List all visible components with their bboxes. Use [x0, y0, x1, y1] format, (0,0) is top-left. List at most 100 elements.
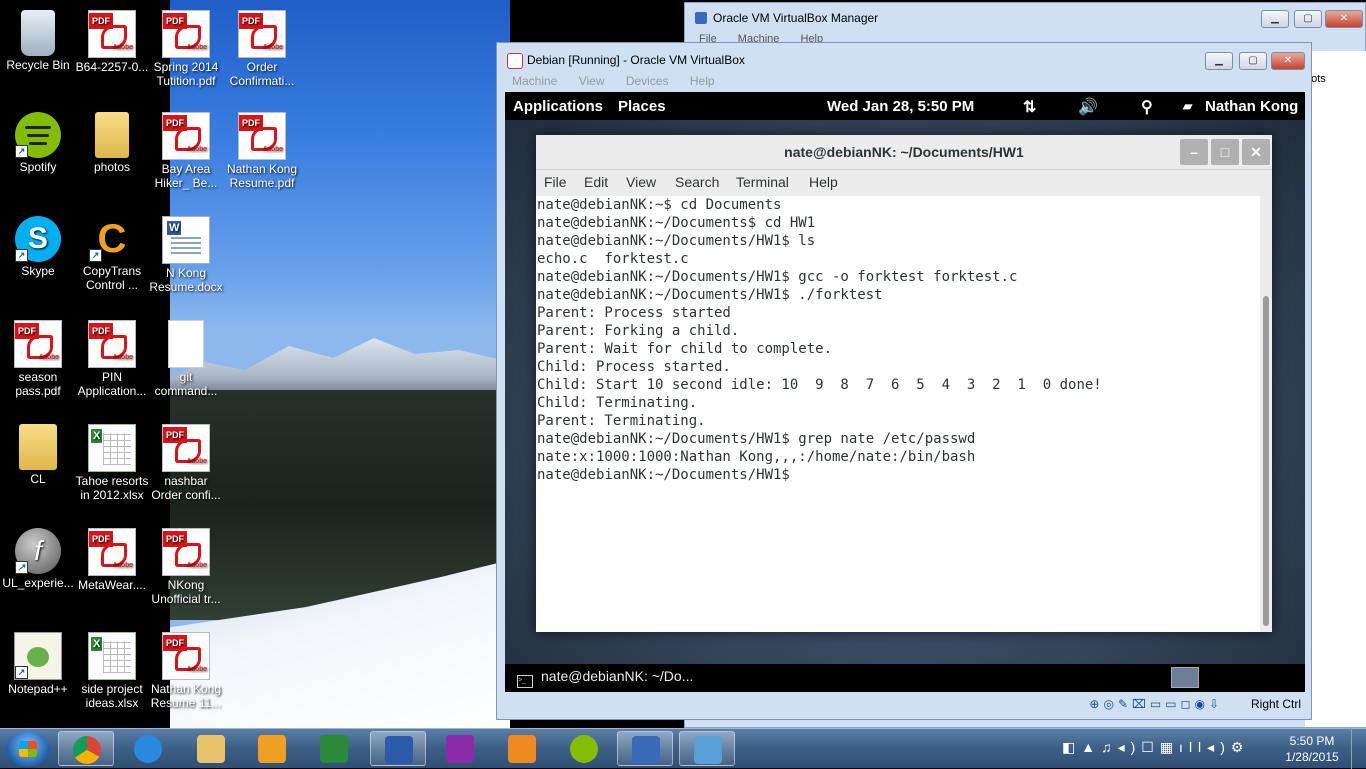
gnome-bottom-panel: >_ nate@debianNK: ~/Do... — [505, 664, 1305, 692]
windows-taskbar: ◧▲♫◂)☐▦ıll◂)⚙ 5:50 PM 1/28/2015 — [0, 728, 1366, 769]
close-button[interactable]: ✕ — [1242, 139, 1270, 165]
menu-view[interactable]: View — [626, 174, 656, 190]
excel-icon — [88, 632, 136, 680]
taskbar-settings-gear-button[interactable] — [494, 731, 550, 766]
desktop-icon-label: Spring 2014 Tutition.pdf — [153, 60, 219, 88]
maximize-button[interactable]: □ — [1211, 139, 1239, 165]
window-title: Oracle VM VirtualBox Manager — [713, 11, 879, 25]
terminal-window[interactable]: nate@debianNK: ~/Documents/HW1 – □ ✕ Fil… — [536, 135, 1272, 632]
window-list-item-terminal[interactable]: >_ nate@debianNK: ~/Do... — [517, 668, 693, 688]
desktop-icon-cl-folder[interactable]: CL — [0, 424, 76, 486]
desktop-icon-label: NKong Unofficial tr... — [151, 578, 221, 606]
menu-file[interactable]: File — [544, 174, 567, 190]
vm-window[interactable]: Debian [Running] - Oracle VM VirtualBox … — [496, 42, 1312, 720]
volume-icon[interactable]: 🔊 — [1078, 97, 1098, 117]
desktop-icon-photos-folder[interactable]: photos — [74, 112, 150, 174]
menu-devices[interactable]: Devices — [626, 74, 669, 88]
minimize-button[interactable]: ▁ — [1261, 10, 1289, 28]
show-desktop-button[interactable] — [1351, 729, 1366, 769]
workspace-switcher[interactable] — [1171, 667, 1199, 688]
taskbar-internet-explorer-button[interactable] — [120, 731, 176, 766]
desktop-icon-bay-area-hiker[interactable]: Bay Area Hiker_ Be... — [148, 112, 224, 190]
menu-terminal[interactable]: Terminal — [736, 174, 789, 190]
settings-gear-icon — [508, 735, 536, 763]
excel-icon — [88, 424, 136, 472]
desktop-icon-spotify[interactable]: ↗ Spotify — [0, 112, 76, 174]
taskbar-spotify-button[interactable] — [556, 731, 612, 766]
close-button[interactable]: ✕ — [1271, 52, 1305, 70]
terminal-scrollbar[interactable] — [1260, 196, 1272, 632]
desktop-icon-nkong-resume-docx[interactable]: N Kong Resume.docx — [148, 216, 224, 294]
taskbar-excel-button[interactable] — [306, 731, 362, 766]
maximize-button[interactable]: ▢ — [1294, 10, 1322, 28]
gnome-clock[interactable]: Wed Jan 28, 5:50 PM — [827, 98, 974, 115]
window-title: Debian [Running] - Oracle VM VirtualBox — [527, 53, 745, 67]
gnome-top-panel: Applications Places Wed Jan 28, 5:50 PM … — [505, 92, 1305, 120]
desktop-icon-side-project-ideas[interactable]: side project ideas.xlsx — [74, 632, 150, 710]
desktop-icon-git-command[interactable]: git command... — [148, 320, 224, 398]
taskbar-file-explorer-button[interactable] — [183, 731, 239, 766]
chrome-icon — [73, 736, 101, 764]
menu-search[interactable]: Search — [675, 174, 719, 190]
desktop-icon-metawear[interactable]: MetaWear.... — [74, 528, 150, 592]
pdf-icon — [162, 424, 210, 472]
desktop-icon-nathan-kong-resume-pdf[interactable]: Nathan Kong Resume.pdf — [224, 112, 300, 190]
photo-viewer-icon — [694, 736, 722, 764]
terminal-output[interactable]: nate@debianNK:~$ cd Documents nate@debia… — [536, 196, 1260, 632]
accessibility-icon[interactable]: ⚲ — [1141, 97, 1153, 117]
vm-device-indicator-icons[interactable]: ⊕◎✎⌧▭▭◻◉⇩ — [1089, 697, 1223, 711]
desktop-icon-label: Skype — [21, 264, 55, 278]
desktop-icon-nashbar-order[interactable]: nashbar Order confi... — [148, 424, 224, 502]
desktop-icon-copytrans[interactable]: C ↗ CopyTrans Control ... — [74, 216, 150, 292]
desktop-icon-spring-tuition[interactable]: Spring 2014 Tutition.pdf — [148, 10, 224, 88]
desktop-icon-skype[interactable]: S ↗ Skype — [0, 216, 76, 278]
vm-guest-screen[interactable]: Applications Places Wed Jan 28, 5:50 PM … — [505, 92, 1305, 692]
menu-help[interactable]: Help — [690, 74, 715, 88]
system-tray-icons[interactable]: ◧▲♫◂)☐▦ıll◂)⚙ — [1062, 739, 1249, 756]
applications-menu[interactable]: Applications — [513, 98, 603, 115]
taskbar-virtualbox-button[interactable] — [617, 731, 673, 766]
menu-edit[interactable]: Edit — [584, 174, 608, 190]
desktop-icon-label: PIN Application... — [77, 370, 147, 398]
desktop-icon-tahoe-resorts[interactable]: Tahoe resorts in 2012.xlsx — [74, 424, 150, 502]
desktop-icon-nkong-unofficial[interactable]: NKong Unofficial tr... — [148, 528, 224, 606]
desktop-icon-ul-experience[interactable]: f ↗ UL_experie... — [0, 528, 76, 590]
pdf-icon — [162, 528, 210, 576]
places-menu[interactable]: Places — [618, 98, 666, 115]
minimize-button[interactable]: ▁ — [1205, 52, 1233, 70]
maximize-button[interactable]: ▢ — [1239, 52, 1267, 70]
vm-menu-bar: Machine View Devices Help — [512, 74, 733, 88]
desktop-icon-nathan-kong-resume-11[interactable]: Nathan Kong Resume 11... — [148, 632, 224, 710]
desktop-icon-label: UL_experie... — [2, 576, 74, 590]
terminal-titlebar[interactable]: nate@debianNK: ~/Documents/HW1 – □ ✕ — [536, 135, 1272, 170]
clock-date: 1/28/2015 — [1285, 750, 1339, 764]
desktop-icon-b64-pdf[interactable]: B64-2257-0... — [74, 10, 150, 74]
taskbar-onenote-button[interactable] — [432, 731, 488, 766]
desktop-icon-season-pass[interactable]: season pass.pdf — [0, 320, 76, 398]
chat-bubble-icon[interactable]: ▰ — [1183, 99, 1192, 113]
user-menu[interactable]: Nathan Kong — [1205, 98, 1298, 115]
minimize-button[interactable]: – — [1180, 139, 1208, 165]
taskbar-clock[interactable]: 5:50 PM 1/28/2015 — [1282, 733, 1342, 765]
host-key-label: Right Ctrl — [1250, 697, 1301, 711]
pdf-icon — [162, 112, 210, 160]
start-button[interactable] — [6, 731, 50, 767]
desktop-icon-pin-application[interactable]: PIN Application... — [74, 320, 150, 398]
menu-view[interactable]: View — [579, 74, 605, 88]
close-button[interactable]: ✕ — [1325, 10, 1363, 28]
pdf-icon — [162, 632, 210, 680]
window-list-label: nate@debianNK: ~/Do... — [541, 668, 694, 684]
desktop-icon-recycle-bin[interactable]: Recycle Bin — [0, 10, 76, 72]
menu-machine[interactable]: Machine — [512, 74, 557, 88]
taskbar-media-player-button[interactable] — [244, 731, 300, 766]
taskbar-word-button[interactable] — [370, 731, 426, 766]
desktop-icon-order-confirmation[interactable]: Order Confirmati... — [224, 10, 300, 88]
network-icon[interactable]: ⇅ — [1023, 97, 1036, 117]
pdf-icon — [14, 320, 62, 368]
scrollbar-thumb[interactable] — [1263, 296, 1269, 626]
desktop-icon-notepadpp[interactable]: ↗ Notepad++ — [0, 632, 76, 696]
menu-help[interactable]: Help — [809, 174, 838, 190]
taskbar-photo-viewer-button[interactable] — [679, 731, 735, 766]
onenote-icon — [446, 735, 474, 763]
taskbar-chrome-button[interactable] — [58, 731, 114, 766]
